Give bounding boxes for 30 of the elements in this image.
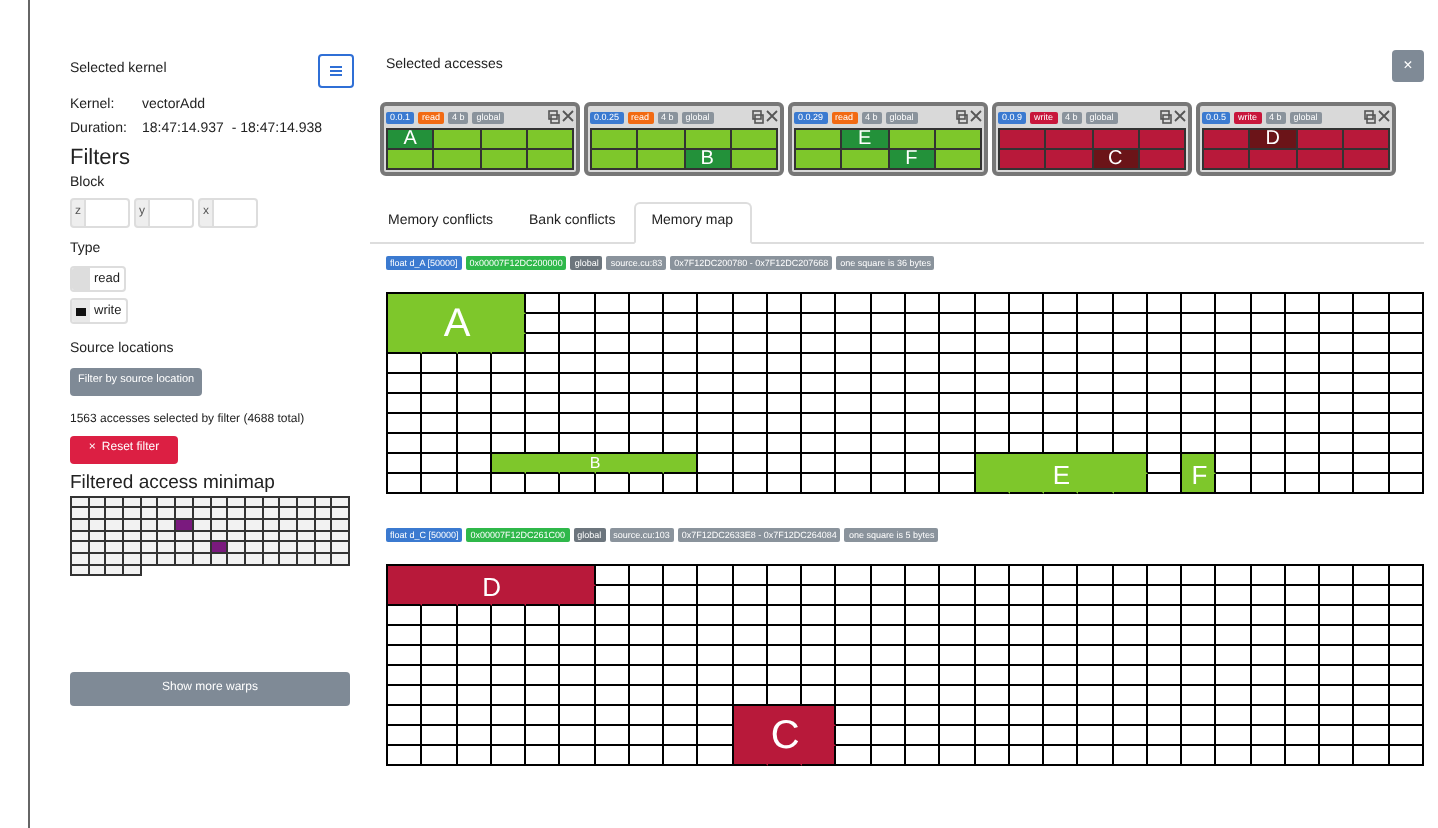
grid-cell: E (842, 130, 889, 150)
menu-button[interactable] (318, 53, 354, 87)
minimap-title: Filtered access minimap (70, 471, 277, 493)
close-button[interactable]: × (1392, 50, 1424, 82)
grid-cell: B (685, 150, 732, 170)
close-icon[interactable] (970, 110, 982, 122)
grid-cell: D (1250, 130, 1297, 150)
block-input-field[interactable] (150, 197, 194, 227)
close-icon[interactable] (1174, 110, 1186, 122)
grid-cell: C (1093, 150, 1140, 170)
block-label: E (1052, 461, 1071, 487)
grid-cell: A (388, 130, 435, 150)
block-input-field[interactable] (86, 197, 130, 227)
block-label: B (589, 456, 601, 472)
filters-heading: Filters (70, 146, 132, 170)
block-label: A (443, 304, 471, 344)
close-icon[interactable] (766, 110, 778, 122)
close-icon[interactable] (1378, 110, 1390, 122)
copy-icon[interactable] (956, 110, 968, 124)
grid-cell: F (889, 150, 936, 170)
copy-icon[interactable] (1160, 110, 1172, 124)
block-input-field[interactable] (214, 197, 258, 227)
copy-icon[interactable] (548, 110, 560, 124)
block-label: C (770, 716, 800, 756)
copy-icon[interactable] (752, 110, 764, 124)
block-label: F (1191, 461, 1208, 487)
copy-icon[interactable] (1364, 110, 1376, 124)
block-label: D (482, 573, 501, 599)
menu-icon (330, 65, 342, 75)
close-icon[interactable] (562, 110, 574, 122)
